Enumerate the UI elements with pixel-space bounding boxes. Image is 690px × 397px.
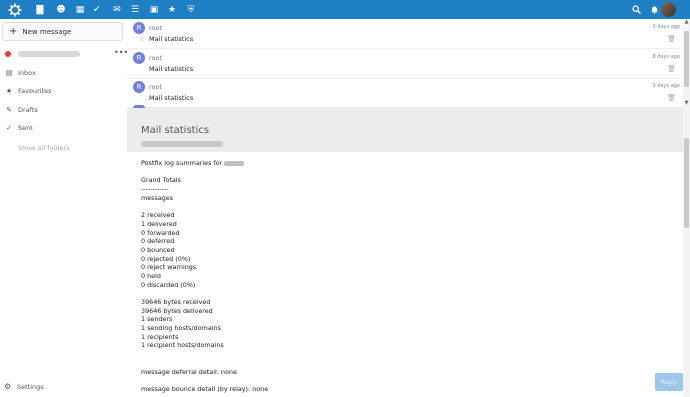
messages-label: messages xyxy=(141,193,174,202)
stat-line: 0 bounced xyxy=(141,245,175,254)
sender-name: root xyxy=(149,83,163,91)
stat-line: 2 received xyxy=(141,211,175,220)
plus-icon: + xyxy=(9,25,18,37)
bytes-line: 39646 bytes delivered xyxy=(141,306,213,315)
sidebar: + New message ••• ▤ Inbox ★ Favourites ✎… xyxy=(0,19,128,397)
shield-icon[interactable]: ⛨ xyxy=(184,0,198,19)
bytes-line: 1 recipients xyxy=(141,332,179,341)
sidebar-item-label: Favourites xyxy=(18,87,52,95)
mail-icon[interactable]: ✉ xyxy=(110,0,124,19)
message-title: Mail statistics xyxy=(141,125,210,136)
gallery-icon[interactable]: ▣ xyxy=(147,0,161,19)
user-avatar[interactable] xyxy=(661,2,676,17)
sidebar-item-label: Drafts xyxy=(18,106,38,114)
bytes-line: 1 senders xyxy=(141,315,173,324)
message-subject: Mail statistics xyxy=(149,94,194,102)
stat-line: 0 forwarded xyxy=(141,228,180,237)
calendar-icon[interactable]: ▦ xyxy=(73,0,87,19)
contacts-icon[interactable]: ☻ xyxy=(54,0,68,19)
favorites-icon[interactable]: ★ xyxy=(165,0,179,19)
notifications-icon[interactable] xyxy=(648,0,660,19)
sender-avatar: R xyxy=(133,81,145,93)
trash-icon[interactable]: 🗑 xyxy=(667,65,676,73)
bounce-detail: message bounce detail (by relay): none xyxy=(141,384,269,393)
sender-name: root xyxy=(149,24,163,32)
viewer-scrollbar[interactable] xyxy=(683,108,690,397)
settings-label: Settings xyxy=(17,383,44,391)
account-color-dot xyxy=(5,51,11,57)
sender-name: root xyxy=(149,54,163,62)
search-icon[interactable] xyxy=(630,0,642,19)
bytes-line: 1 recipient hosts/domains xyxy=(141,341,224,350)
trash-icon[interactable]: 🗑 xyxy=(667,94,676,102)
list-item[interactable]: R root ☆ Mail statistics 3 days ago 🗑 xyxy=(127,19,683,49)
scroll-down-arrow-icon[interactable]: ▼ xyxy=(683,100,690,106)
stat-line: 0 held xyxy=(141,271,161,280)
notes-icon[interactable]: ☰ xyxy=(128,0,142,19)
body-line: Postfix log summaries for xyxy=(141,159,661,168)
settings-button[interactable]: ⚙ Settings xyxy=(0,381,127,393)
message-date: 9 days ago xyxy=(652,83,680,89)
message-list: R root ☆ Mail statistics 3 days ago 🗑 R … xyxy=(127,19,683,108)
star-icon[interactable]: ☆ xyxy=(139,35,145,43)
scrollbar-thumb[interactable] xyxy=(684,138,689,228)
sidebar-item-sent[interactable]: ✓ Sent xyxy=(0,121,127,135)
message-viewer: Mail statistics Postfix log summaries fo… xyxy=(127,108,683,397)
redacted-hostname xyxy=(224,160,245,166)
list-item[interactable]: R root Mail statistics 8 days ago 🗑 xyxy=(127,49,683,79)
stat-line: 1 delivered xyxy=(141,219,177,228)
deferral-detail: message deferral detail: none xyxy=(141,367,237,376)
message-subject: Mail statistics xyxy=(149,65,194,73)
pencil-icon: ✎ xyxy=(6,106,12,114)
sidebar-item-label: Sent xyxy=(18,124,33,132)
stat-line: 0 discarded (0%) xyxy=(141,280,196,289)
list-item[interactable]: R root Mail statistics 9 days ago 🗑 xyxy=(127,78,683,108)
tasks-icon[interactable]: ✓ xyxy=(90,0,104,19)
star-icon: ★ xyxy=(5,87,13,95)
message-date: 3 days ago xyxy=(652,24,680,30)
new-message-button[interactable]: + New message xyxy=(2,22,123,41)
inbox-icon: ▤ xyxy=(5,69,13,77)
sidebar-item-inbox[interactable]: ▤ Inbox xyxy=(0,66,127,80)
message-header: Mail statistics xyxy=(127,108,683,152)
stat-line: 0 reject warnings xyxy=(141,263,197,272)
gear-icon: ⚙ xyxy=(4,382,12,391)
grand-totals-heading: Grand Totals xyxy=(141,176,181,185)
stat-line: 0 rejected (0%) xyxy=(141,254,191,263)
stat-line: 0 deferred xyxy=(141,237,175,246)
sender-avatar: R xyxy=(133,22,145,34)
message-list-scrollbar[interactable]: ▲ ▼ xyxy=(683,19,690,108)
trash-icon[interactable]: 🗑 xyxy=(667,35,676,43)
sender-address-redacted xyxy=(141,141,223,147)
scroll-up-arrow-icon[interactable]: ▲ xyxy=(683,19,690,25)
bytes-line: 39646 bytes received xyxy=(141,298,211,306)
message-subject: Mail statistics xyxy=(149,35,194,43)
scrollbar-thumb[interactable] xyxy=(684,31,689,87)
files-icon[interactable]: ▇ xyxy=(33,0,47,19)
account-email-redacted xyxy=(18,51,80,57)
logo-gear-icon[interactable] xyxy=(5,0,25,19)
separator-line: ------------ xyxy=(141,185,169,194)
sidebar-item-drafts[interactable]: ✎ Drafts xyxy=(0,103,127,117)
sender-avatar: R xyxy=(133,52,145,64)
new-message-label: New message xyxy=(22,27,72,36)
intro-text: Postfix log summaries for xyxy=(141,159,223,167)
show-all-folders-link[interactable]: Show all folders xyxy=(18,144,70,152)
reply-button[interactable]: Reply xyxy=(655,373,683,391)
message-body: Postfix log summaries for Grand Totals -… xyxy=(141,159,661,394)
account-row[interactable]: ••• xyxy=(0,48,128,61)
sidebar-item-label: Inbox xyxy=(18,69,36,77)
sidebar-item-favourites[interactable]: ★ Favourites xyxy=(0,84,127,98)
top-navigation-bar: ▇ ☻ ▦ ✓ ✉ ☰ ▣ ★ ⛨ xyxy=(0,0,690,19)
message-date: 8 days ago xyxy=(652,54,680,60)
bytes-line: 1 sending hosts/domains xyxy=(141,324,221,333)
check-icon: ✓ xyxy=(6,124,12,132)
